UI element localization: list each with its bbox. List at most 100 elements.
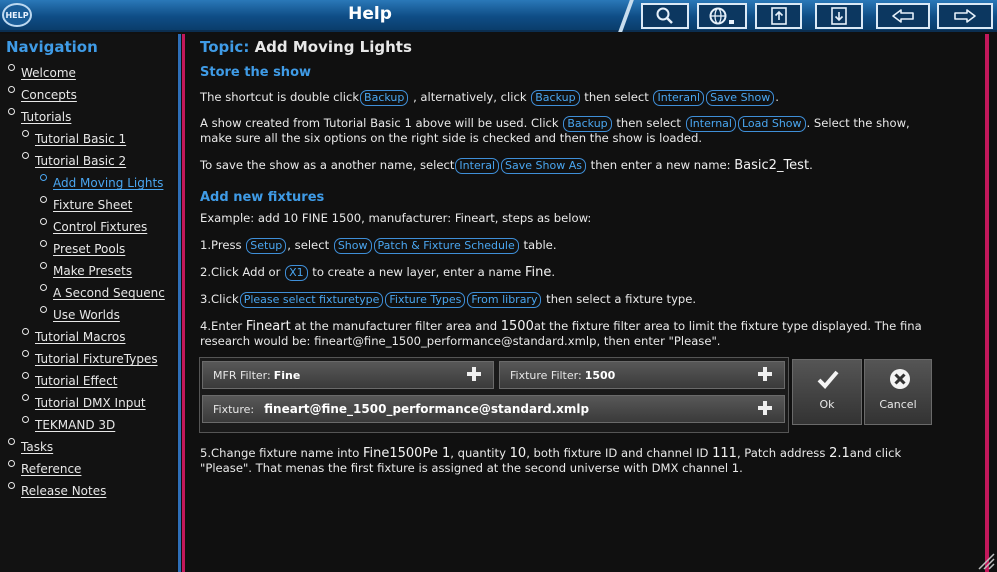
sidebar-item-label: Tutorials: [21, 110, 72, 124]
bullet-icon: [22, 372, 29, 379]
fixture-field[interactable]: Fixture: fineart@fine_1500_performance@st…: [202, 395, 785, 423]
navigation-title: Navigation: [6, 38, 98, 56]
divider-right: [182, 34, 185, 572]
sidebar-item-label: Reference: [21, 462, 82, 476]
mfr-filter-field[interactable]: MFR Filter: Fine: [202, 361, 494, 389]
backup-link[interactable]: Backup: [531, 90, 580, 106]
sidebar-item-label: Fixture Sheet: [53, 198, 133, 212]
bullet-icon: [8, 460, 15, 467]
save-show-as-link[interactable]: Save Show As: [501, 158, 586, 174]
select-fixturetype-link[interactable]: Please select fixturetype: [239, 292, 384, 308]
bullet-icon: [8, 438, 15, 445]
paragraph-save-as: To save the show as a another name, sele…: [200, 158, 813, 174]
bullet-icon: [40, 174, 47, 181]
sidebar-item[interactable]: Reference: [8, 460, 81, 480]
bullet-icon: [22, 130, 29, 137]
sidebar-item-label: Welcome: [21, 66, 76, 80]
sidebar-item[interactable]: Tutorial DMX Input: [22, 394, 146, 414]
sidebar-item[interactable]: Tasks: [8, 438, 53, 458]
sidebar-item[interactable]: Tutorial Effect: [22, 372, 117, 392]
sidebar-item[interactable]: Preset Pools: [40, 240, 125, 260]
sidebar-item[interactable]: Make Presets: [40, 262, 132, 282]
bullet-icon: [40, 262, 47, 269]
sidebar-item-label: Concepts: [21, 88, 77, 102]
sidebar-item[interactable]: Welcome: [8, 64, 76, 84]
show-link[interactable]: Show: [333, 238, 372, 254]
bullet-icon: [40, 240, 47, 247]
export-button[interactable]: [755, 3, 802, 29]
bullet-icon: [40, 196, 47, 203]
bullet-icon: [22, 416, 29, 423]
scrollbar-track[interactable]: [985, 34, 989, 572]
fixture-filter-field[interactable]: Fixture Filter: 1500: [499, 361, 785, 389]
forward-button[interactable]: [937, 3, 993, 29]
sidebar-item-label: A Second Sequenc: [53, 286, 165, 300]
sidebar-item-label: Tutorial Basic 1: [35, 132, 127, 146]
sidebar-item-label: Release Notes: [21, 484, 107, 498]
sidebar-item[interactable]: Tutorials: [8, 108, 71, 128]
from-library-link[interactable]: From library: [467, 292, 542, 308]
sidebar-item[interactable]: Release Notes: [8, 482, 106, 502]
internal-link[interactable]: Interal: [455, 158, 500, 174]
plus-icon[interactable]: [467, 367, 481, 381]
search-icon: [656, 7, 673, 24]
setup-link[interactable]: Setup: [246, 238, 287, 254]
search-button[interactable]: [641, 3, 689, 29]
globe-menu-button[interactable]: [697, 3, 747, 29]
bullet-icon: [22, 152, 29, 159]
sidebar-item[interactable]: Control Fixtures: [40, 218, 147, 238]
backup-link[interactable]: Backup: [563, 116, 612, 132]
sidebar-item-label: Tutorial FixtureTypes: [35, 352, 158, 366]
bullet-icon: [22, 350, 29, 357]
bullet-icon: [8, 64, 15, 71]
save-show-link[interactable]: Save Show: [706, 90, 775, 106]
sidebar-item-label: Make Presets: [53, 264, 133, 278]
import-icon: [831, 7, 847, 25]
back-button[interactable]: [876, 3, 930, 29]
cancel-button[interactable]: Cancel: [864, 359, 932, 425]
close-icon: [890, 369, 910, 389]
x1-key-link[interactable]: X1: [285, 265, 308, 281]
resize-grip-icon[interactable]: [975, 550, 995, 570]
fixture-types-link[interactable]: Fixture Types: [385, 292, 466, 308]
bullet-icon: [40, 284, 47, 291]
ok-button[interactable]: Ok: [792, 359, 862, 425]
plus-icon[interactable]: [758, 367, 772, 381]
import-button[interactable]: [815, 3, 863, 29]
sidebar-item[interactable]: Fixture Sheet: [40, 196, 132, 216]
sidebar-item[interactable]: Tutorial Macros: [22, 328, 126, 348]
sidebar-item[interactable]: Tutorial FixtureTypes: [22, 350, 158, 370]
paragraph-load-show-2: make sure all the six options on the rig…: [200, 131, 703, 145]
bullet-icon: [40, 306, 47, 313]
sidebar-item-label: Tasks: [21, 440, 54, 454]
sidebar-item[interactable]: Add Moving Lights: [40, 174, 163, 194]
step-2: 2.Click Add or X1 to create a new layer,…: [200, 265, 556, 281]
sidebar-item[interactable]: Tutorial Basic 2: [22, 152, 126, 172]
forward-arrow-icon: [954, 9, 976, 23]
sidebar-item-label: Control Fixtures: [53, 220, 148, 234]
title-bar: HELP Help: [0, 0, 997, 32]
sidebar-item[interactable]: Concepts: [8, 86, 77, 106]
step-4: 4.Enter Fineart at the manufacturer filt…: [200, 319, 922, 334]
section-heading-store: Store the show: [200, 65, 312, 80]
internal-link[interactable]: Interanl: [653, 90, 705, 106]
internal-link[interactable]: Internal: [685, 116, 736, 132]
bullet-icon: [22, 328, 29, 335]
step-3: 3.Click Please select fixturetype Fixture …: [200, 292, 697, 308]
step-4-line-2: research would be: fineart@fine_1500_per…: [200, 334, 721, 348]
sidebar-item[interactable]: Use Worlds: [40, 306, 120, 326]
sidebar-item-label: Tutorial Macros: [35, 330, 126, 344]
bullet-icon: [40, 218, 47, 225]
bullet-icon: [8, 108, 15, 115]
plus-icon[interactable]: [758, 401, 772, 415]
patch-fixture-schedule-link[interactable]: Patch & Fixture Schedule: [373, 238, 519, 254]
sidebar-item-label: Tutorial Basic 2: [35, 154, 127, 168]
navigation-sidebar: Navigation Welcome Concepts Tutorials Tutor…: [0, 34, 176, 572]
sidebar-item[interactable]: TEKMAND 3D: [22, 416, 115, 436]
sidebar-item[interactable]: A Second Sequenc: [40, 284, 165, 304]
load-show-link[interactable]: Load Show: [737, 116, 806, 132]
backup-link[interactable]: Backup: [360, 90, 409, 106]
page-title: Topic: Add Moving Lights: [200, 38, 412, 56]
step-5: 5.Change fixture name into Fine1500Pe 1,…: [200, 446, 902, 461]
sidebar-item[interactable]: Tutorial Basic 1: [22, 130, 126, 150]
